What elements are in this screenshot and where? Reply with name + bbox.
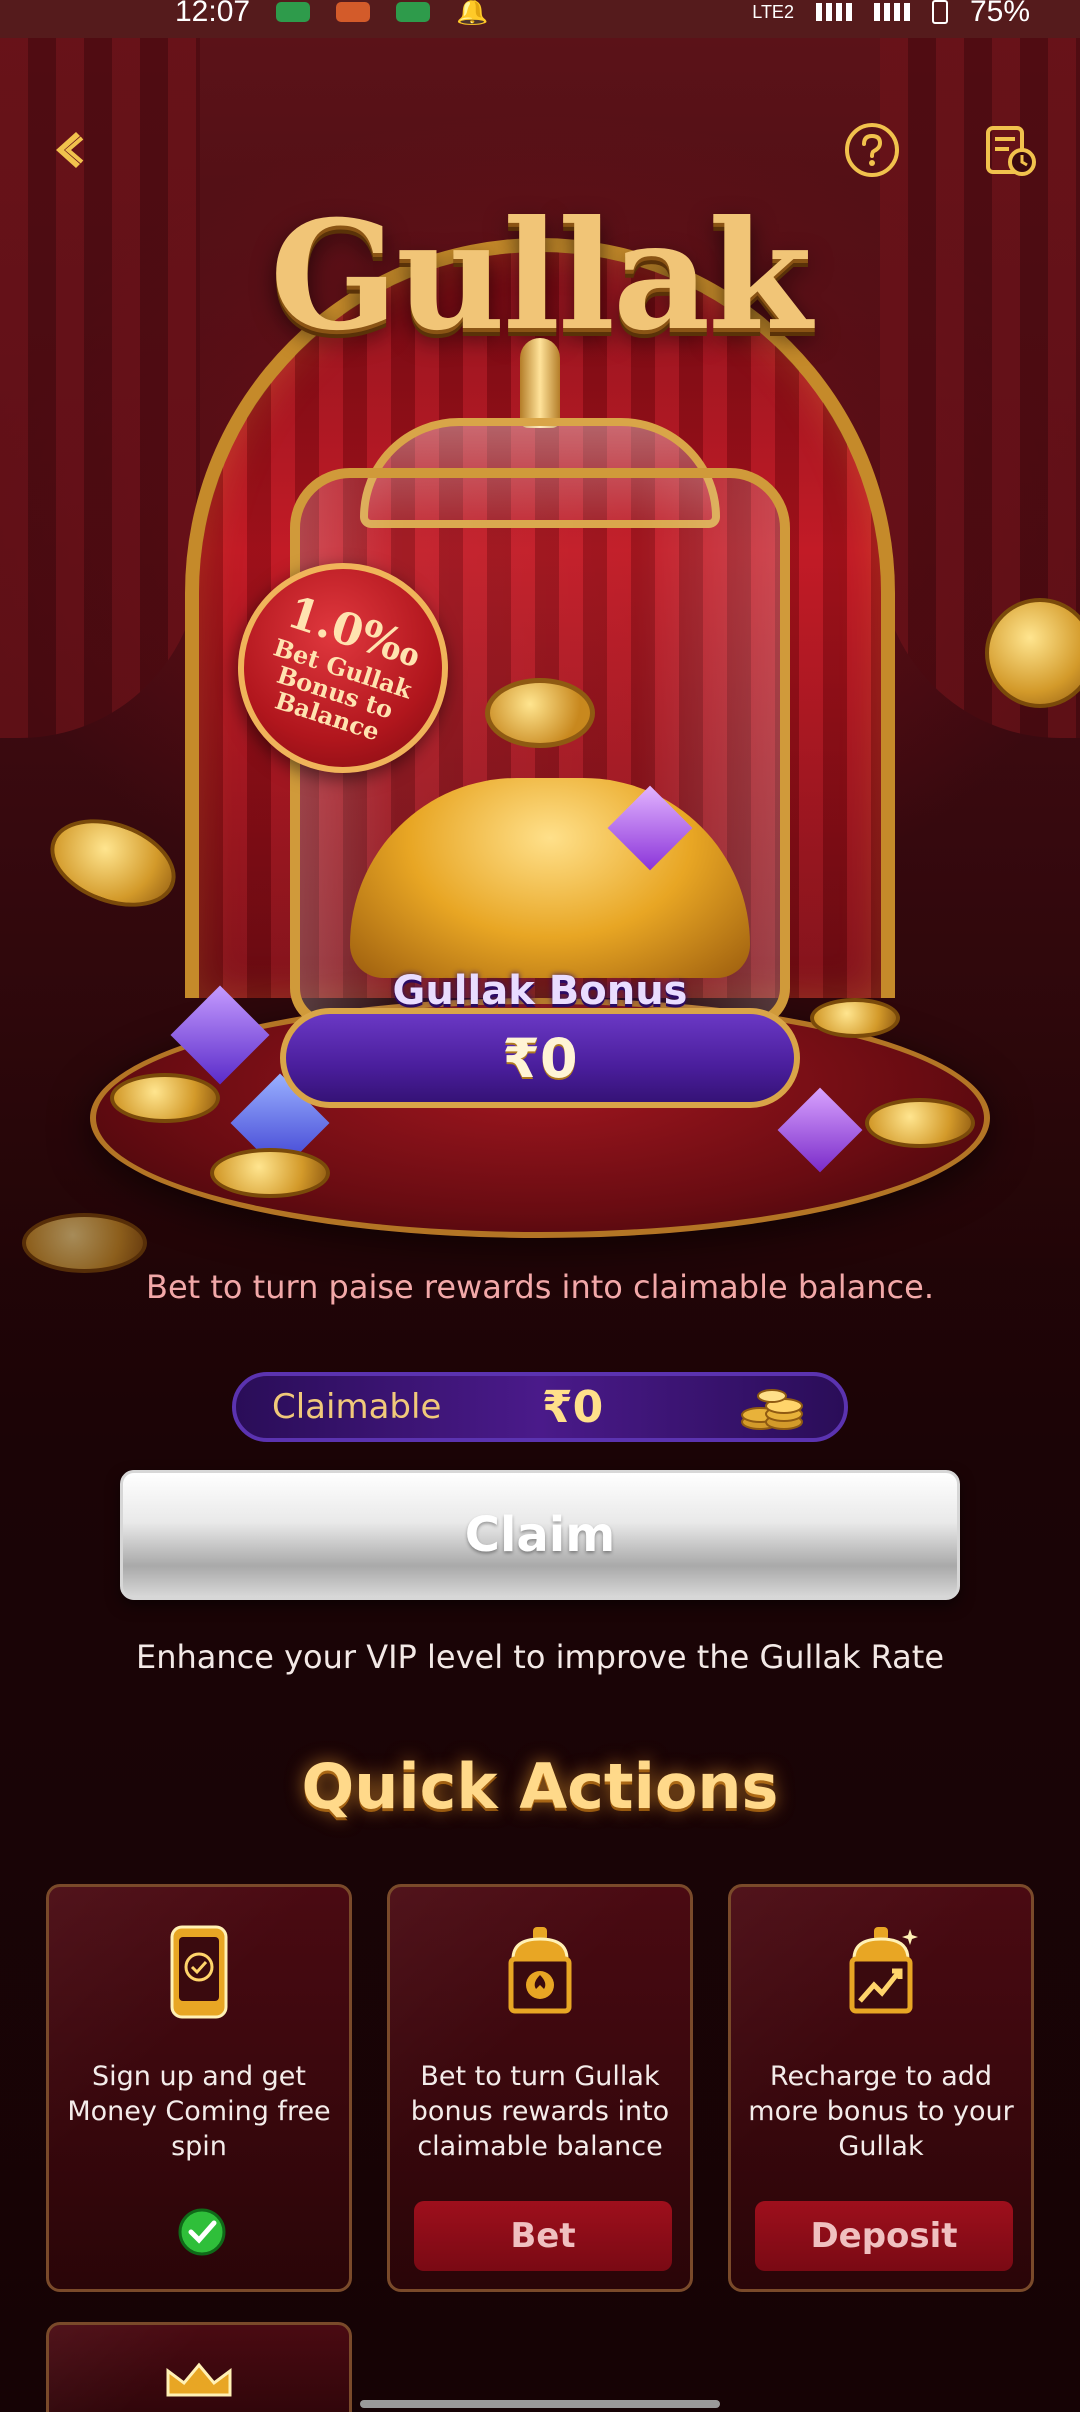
gullak-bonus-plate: ₹0 — [280, 1008, 800, 1108]
home-indicator[interactable] — [360, 2400, 720, 2408]
coin-icon — [110, 1073, 220, 1123]
quick-action-card-deposit: Recharge to add more bonus to your Gulla… — [728, 1884, 1034, 2292]
deposit-button[interactable]: Deposit — [755, 2201, 1013, 2271]
status-time: 12:07 — [175, 0, 251, 28]
crown-icon — [166, 2362, 232, 2397]
coins-stack-icon — [741, 1389, 803, 1430]
status-left: 12:07 🔔 — [175, 0, 488, 29]
bell-icon: 🔔 — [456, 0, 489, 27]
hero-banner: Gullak 1.0‰ Bet Gullak Bonus to Balance … — [0, 38, 1080, 1273]
card-text: Bet to turn Gullak bonus rewards into cl… — [410, 2061, 670, 2162]
card-text: Sign up and get Money Coming free spin — [67, 2061, 331, 2162]
back-button[interactable] — [40, 120, 100, 180]
claimable-label: Claimable — [272, 1387, 442, 1427]
coin-icon — [210, 1148, 330, 1198]
bet-button[interactable]: Bet — [414, 2201, 672, 2271]
spade-coin-emblem — [485, 678, 595, 748]
quick-actions-title: Quick Actions — [301, 1750, 779, 1823]
gullak-growth-icon — [849, 1927, 918, 2014]
quick-action-card-vip — [46, 2322, 352, 2412]
phone-check-icon — [170, 1925, 228, 2019]
quick-action-card-signup: Sign up and get Money Coming free spin — [46, 1884, 352, 2292]
gullak-subtitle: Bet to turn paise rewards into claimable… — [146, 1268, 934, 1306]
network-label: LTE2 — [752, 1, 794, 22]
vip-note: Enhance your VIP level to improve the Gu… — [135, 1638, 945, 1676]
card-text: Recharge to add more bonus to your Gulla… — [748, 2061, 1014, 2162]
claimable-bar: Claimable ₹0 — [232, 1372, 848, 1442]
gullak-spade-icon — [508, 1927, 572, 2014]
notification-app-icon — [276, 2, 311, 22]
jar-knob — [520, 338, 560, 428]
record-history-icon — [986, 126, 1036, 176]
back-arrow-icon — [56, 132, 84, 168]
help-button[interactable] — [842, 120, 902, 180]
battery-percent: 75% — [969, 0, 1030, 28]
coin-icon — [38, 803, 188, 923]
gullak-page: 12:07 🔔 LTE2 75% Gullak 1.0‰ Bet Gullak … — [0, 0, 1080, 2412]
curtain-left — [0, 38, 200, 738]
status-right: LTE2 75% — [752, 0, 1030, 29]
notification-app-icon — [396, 2, 431, 22]
gullak-bonus-amount: ₹0 — [502, 1026, 578, 1090]
signal-icon — [873, 3, 910, 21]
history-button[interactable] — [980, 120, 1040, 180]
status-bar: 12:07 🔔 LTE2 75% — [0, 0, 1080, 38]
battery-icon — [931, 0, 948, 24]
notification-app-icon — [336, 2, 371, 22]
signal-icon — [815, 3, 852, 21]
claimable-amount: ₹0 — [542, 1381, 604, 1433]
quick-action-card-bet: Bet to turn Gullak bonus rewards into cl… — [387, 1884, 693, 2292]
coin-icon — [865, 1098, 975, 1148]
claim-button[interactable]: Claim — [120, 1470, 960, 1600]
coin-icon — [22, 1213, 147, 1273]
completed-check-icon — [178, 2208, 226, 2256]
question-icon — [845, 123, 899, 177]
